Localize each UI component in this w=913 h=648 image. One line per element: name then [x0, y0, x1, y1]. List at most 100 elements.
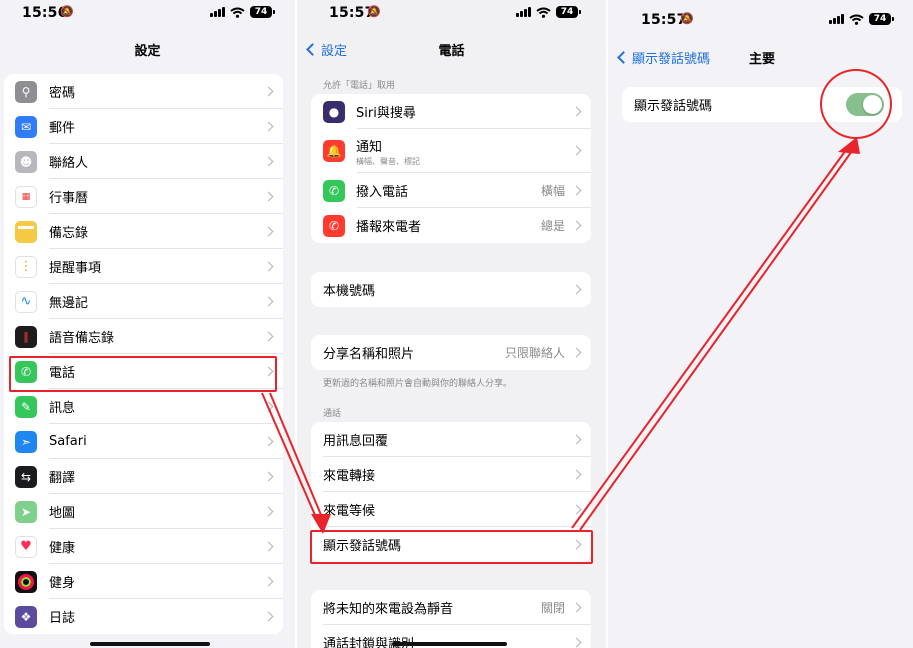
notes-icon	[15, 220, 37, 243]
wifi-icon	[230, 7, 245, 18]
chevron-right-icon	[571, 434, 582, 444]
chevron-right-icon	[263, 401, 274, 411]
share-caption: 更新過的名稱和照片會自動與你的聯絡人分享。	[323, 379, 513, 389]
settings-item[interactable]: 健身	[4, 564, 283, 599]
chevron-right-icon	[263, 121, 274, 131]
safari-icon: ➣	[15, 430, 37, 453]
list-item-label: 密碼	[49, 86, 76, 101]
settings-item[interactable]: ⇆ 翻譯	[4, 459, 283, 494]
calls-item[interactable]: 來電等候	[311, 492, 591, 527]
chevron-left-icon	[617, 51, 630, 64]
list-item-label: Siri與搜尋	[356, 106, 416, 121]
chevron-right-icon	[571, 284, 582, 294]
signal-icon	[210, 7, 225, 17]
chevron-right-icon	[263, 296, 274, 306]
voice-memos-icon: ‖	[15, 325, 37, 348]
chevron-right-icon	[571, 469, 582, 479]
calls-item[interactable]: 用訊息回覆	[311, 422, 591, 457]
my-number-label: 本機號碼	[323, 284, 376, 299]
wifi-icon	[849, 14, 864, 25]
battery-icon: 74	[869, 13, 894, 25]
signal-icon	[516, 7, 531, 17]
list-item-label: 訊息	[49, 401, 76, 416]
allow-item[interactable]: ● Siri與搜尋	[311, 94, 591, 129]
key-icon: ⚲	[15, 80, 37, 103]
caller-id-highlight-box	[310, 530, 593, 564]
mail-icon: ✉	[15, 115, 37, 138]
list-item-label: Safari	[49, 434, 87, 449]
list-item-subtitle: 橫幅、聲音、標記	[356, 156, 420, 166]
toggle-highlight-ellipse	[820, 69, 892, 139]
list-item-value: 橫幅	[540, 184, 565, 198]
chevron-right-icon	[571, 637, 582, 647]
allow-item[interactable]: 🔔 通知 橫幅、聲音、標記	[311, 129, 591, 173]
list-item-label: 日誌	[49, 611, 76, 626]
settings-item[interactable]: ✉ 郵件	[4, 109, 283, 144]
settings-item[interactable]: 備忘錄	[4, 214, 283, 249]
list-item-label: 通知	[356, 139, 383, 155]
settings-item[interactable]: ∿ 無邊記	[4, 284, 283, 319]
chevron-right-icon	[571, 347, 582, 357]
calls-item[interactable]: 來電轉接	[311, 457, 591, 492]
my-number-row[interactable]: 本機號碼	[311, 272, 591, 307]
settings-item[interactable]: ➤ 地圖	[4, 494, 283, 529]
share-name-group: 分享名稱和照片 只限聯絡人	[311, 335, 591, 370]
settings-item[interactable]: ♥ 健康	[4, 529, 283, 564]
settings-item[interactable]: ☻ 聯絡人	[4, 144, 283, 179]
announce-calls-icon: ✆	[323, 214, 345, 237]
share-name-label: 分享名稱和照片	[323, 347, 415, 362]
list-item-label: 無邊記	[49, 296, 89, 311]
settings-item[interactable]: ▦ 行事曆	[4, 179, 283, 214]
list-item-label: 備忘錄	[49, 226, 89, 241]
chevron-right-icon	[263, 86, 274, 96]
translate-icon: ⇆	[15, 465, 37, 488]
chevron-right-icon	[571, 220, 582, 230]
chevron-right-icon	[263, 156, 274, 166]
filter-item[interactable]: 將未知的來電設為靜音 關閉	[311, 590, 591, 625]
share-name-row[interactable]: 分享名稱和照片 只限聯絡人	[311, 335, 591, 370]
chevron-right-icon	[263, 541, 274, 551]
settings-item[interactable]: ➣ Safari	[4, 424, 283, 459]
chevron-right-icon	[571, 602, 582, 612]
settings-item[interactable]: ⚲ 密碼	[4, 74, 283, 109]
journal-icon: ❖	[15, 605, 37, 628]
chevron-right-icon	[571, 145, 582, 156]
list-item-label: 地圖	[49, 506, 76, 521]
allow-item[interactable]: ✆ 播報來電者 總是	[311, 208, 591, 243]
list-item-label: 健身	[49, 576, 76, 591]
page-title: 電話	[438, 44, 465, 59]
notifications-icon: 🔔	[323, 140, 345, 162]
list-item-label: 提醒事項	[49, 261, 102, 276]
page-title: 設定	[134, 44, 161, 59]
list-item-label: 郵件	[49, 121, 76, 136]
allow-access-group: ● Siri與搜尋 🔔 通知 橫幅、聲音、標記 ✆ 撥入電話 橫幅 ✆ 播報來電者 總是	[311, 94, 591, 243]
my-number-group: 本機號碼	[311, 272, 591, 307]
settings-item[interactable]: ‖ 語音備忘錄	[4, 319, 283, 354]
settings-item[interactable]: ❖ 日誌	[4, 599, 283, 634]
messages-icon: ✎	[15, 395, 37, 418]
signal-icon	[829, 14, 844, 24]
call-filter-group: 將未知的來電設為靜音 關閉 通話封鎖與識別	[311, 590, 591, 648]
back-button[interactable]: 顯示發話號碼	[616, 48, 710, 67]
chevron-right-icon	[263, 191, 274, 201]
battery-icon: 74	[556, 6, 581, 18]
battery-icon: 74	[250, 6, 275, 18]
list-item-label: 用訊息回覆	[323, 434, 389, 449]
list-item-value: 關閉	[540, 601, 565, 615]
chevron-right-icon	[263, 436, 274, 446]
caller-id-screen: 15:57 🔕 74 顯示發話號碼 主要 顯示發話號碼	[608, 0, 913, 648]
siri-icon: ●	[323, 100, 345, 123]
chevron-right-icon	[263, 261, 274, 271]
home-indicator	[90, 642, 210, 646]
chevron-right-icon	[263, 506, 274, 516]
list-item-label: 來電轉接	[323, 469, 376, 484]
health-icon: ♥	[15, 535, 37, 558]
allow-item[interactable]: ✆ 撥入電話 橫幅	[311, 173, 591, 208]
status-bar: 15:56 🔕 74	[0, 0, 295, 28]
chevron-right-icon	[263, 226, 274, 236]
home-indicator	[392, 642, 507, 646]
settings-item[interactable]: ⋮ 提醒事項	[4, 249, 283, 284]
settings-item[interactable]: ✎ 訊息	[4, 389, 283, 424]
chevron-right-icon	[263, 611, 274, 621]
list-item-label: 來電等候	[323, 504, 376, 519]
